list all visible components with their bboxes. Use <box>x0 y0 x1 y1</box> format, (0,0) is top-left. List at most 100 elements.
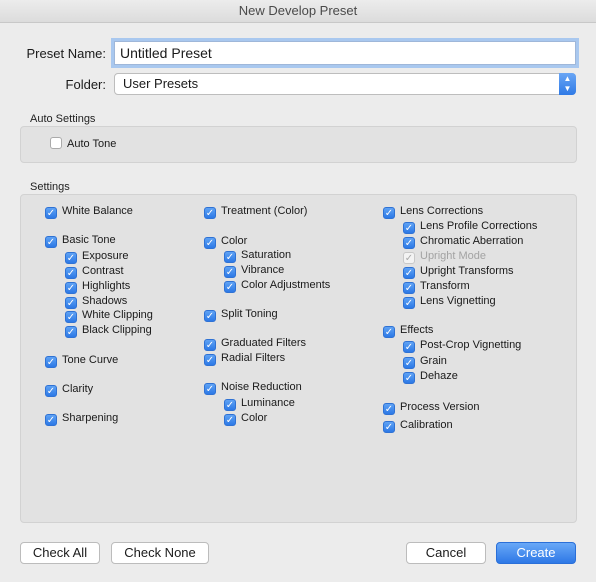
luminance-checkbox[interactable]: ✓ Luminance <box>224 396 295 411</box>
transform-checkbox[interactable]: ✓ Transform <box>403 279 470 294</box>
auto-settings-title: Auto Settings <box>30 113 96 125</box>
checkbox-label: Post-Crop Vignetting <box>420 339 522 351</box>
checkmark-icon: ✓ <box>204 383 216 395</box>
effects-checkbox[interactable]: ✓ Effects <box>383 323 433 338</box>
calibration-checkbox[interactable]: ✓ Calibration <box>383 418 453 433</box>
checkbox-label: Color Adjustments <box>241 279 331 291</box>
radial-filters-checkbox[interactable]: ✓ Radial Filters <box>204 351 285 366</box>
checkbox-label: Calibration <box>400 419 453 431</box>
checkmark-icon: ✓ <box>403 341 415 353</box>
checkmark-icon: ✓ <box>403 252 415 264</box>
checkmark-icon: ✓ <box>383 326 395 338</box>
checkbox-label: Lens Vignetting <box>420 295 496 307</box>
checkmark-icon: ✓ <box>204 207 216 219</box>
checkbox-label: Upright Mode <box>420 250 487 262</box>
checkmark-icon: ✓ <box>65 311 77 323</box>
vibrance-checkbox[interactable]: ✓ Vibrance <box>224 263 284 278</box>
checkbox-label: Radial Filters <box>221 352 286 364</box>
grain-checkbox[interactable]: ✓ Grain <box>403 354 447 369</box>
noise-reduction-checkbox[interactable]: ✓ Noise Reduction <box>204 380 302 395</box>
preset-name-label: Preset Name: <box>26 46 106 61</box>
checkbox-label: Effects <box>400 324 434 336</box>
black-clipping-checkbox[interactable]: ✓ Black Clipping <box>65 323 152 338</box>
checkbox-label: Luminance <box>241 397 295 409</box>
chevron-updown-icon: ▲ ▼ <box>559 73 576 95</box>
graduated-filters-checkbox[interactable]: ✓ Graduated Filters <box>204 336 306 351</box>
checkbox-label: Clarity <box>62 383 94 395</box>
folder-label: Folder: <box>65 77 106 92</box>
exposure-checkbox[interactable]: ✓ Exposure <box>65 249 128 264</box>
check-none-button[interactable]: Check None <box>111 542 209 564</box>
upright-mode-checkbox: ✓ Upright Mode <box>403 249 486 264</box>
create-button[interactable]: Create <box>496 542 576 564</box>
checkmark-icon: ✓ <box>65 282 77 294</box>
checkmark-icon: ✓ <box>45 207 57 219</box>
checkbox-label: Vibrance <box>241 264 285 276</box>
checkmark-icon: ✓ <box>45 236 57 248</box>
lens-profile-checkbox[interactable]: ✓ Lens Profile Corrections <box>403 219 537 234</box>
shadows-checkbox[interactable]: ✓ Shadows <box>65 294 127 309</box>
checkmark-icon: ✓ <box>224 399 236 411</box>
checkmark-icon: ✓ <box>224 281 236 293</box>
upright-transforms-checkbox[interactable]: ✓ Upright Transforms <box>403 264 514 279</box>
checkbox-label: Shadows <box>82 295 128 307</box>
checkbox-label: Contrast <box>82 265 124 277</box>
checkmark-icon: ✓ <box>403 222 415 234</box>
auto-tone-checkbox[interactable]: Auto Tone <box>50 137 116 151</box>
highlights-checkbox[interactable]: ✓ Highlights <box>65 279 130 294</box>
checkbox-label: Chromatic Aberration <box>420 235 524 247</box>
post-crop-vignetting-checkbox[interactable]: ✓ Post-Crop Vignetting <box>403 338 521 353</box>
checkbox-label: Grain <box>420 355 447 367</box>
checkmark-icon: ✓ <box>204 310 216 322</box>
checkmark-icon: ✓ <box>45 356 57 368</box>
checkbox-label: White Clipping <box>82 309 153 321</box>
checkbox-label: Color <box>221 235 248 247</box>
checkbox-label: Treatment (Color) <box>221 205 308 217</box>
cancel-button[interactable]: Cancel <box>406 542 486 564</box>
checkbox-label: White Balance <box>62 205 133 217</box>
checkmark-icon: ✓ <box>224 414 236 426</box>
basic-tone-checkbox[interactable]: ✓ Basic Tone <box>45 233 116 248</box>
split-toning-checkbox[interactable]: ✓ Split Toning <box>204 307 278 322</box>
dehaze-checkbox[interactable]: ✓ Dehaze <box>403 369 458 384</box>
contrast-checkbox[interactable]: ✓ Contrast <box>65 264 124 279</box>
chromatic-aberration-checkbox[interactable]: ✓ Chromatic Aberration <box>403 234 523 249</box>
checkbox-label: Color <box>241 412 268 424</box>
checkbox-label: Process Version <box>400 401 480 413</box>
saturation-checkbox[interactable]: ✓ Saturation <box>224 248 291 263</box>
lens-corrections-checkbox[interactable]: ✓ Lens Corrections <box>383 204 483 219</box>
checkmark-icon: ✓ <box>224 251 236 263</box>
checkmark-icon: ✓ <box>65 326 77 338</box>
checkmark-icon: ✓ <box>204 237 216 249</box>
checkbox-label: Exposure <box>82 250 129 262</box>
folder-select[interactable]: User Presets ▲ ▼ <box>114 73 576 95</box>
color-checkbox[interactable]: ✓ Color <box>204 234 247 249</box>
checkmark-icon: ✓ <box>204 354 216 366</box>
checkmark-icon: ✓ <box>403 267 415 279</box>
folder-select-value: User Presets <box>123 76 199 91</box>
checkmark-icon: ✓ <box>403 297 415 309</box>
checkbox-label: Tone Curve <box>62 354 119 366</box>
checkmark-icon: ✓ <box>65 267 77 279</box>
checkbox-label: Dehaze <box>420 370 458 382</box>
checkbox-label: Upright Transforms <box>420 265 514 277</box>
sharpening-checkbox[interactable]: ✓ Sharpening <box>45 411 118 426</box>
checkbox-label: Split Toning <box>221 308 278 320</box>
white-balance-checkbox[interactable]: ✓ White Balance <box>45 204 133 219</box>
checkbox-label: Lens Profile Corrections <box>420 220 538 232</box>
check-all-button[interactable]: Check All <box>20 542 100 564</box>
white-clipping-checkbox[interactable]: ✓ White Clipping <box>65 308 153 323</box>
clarity-checkbox[interactable]: ✓ Clarity <box>45 382 93 397</box>
checkbox-label: Saturation <box>241 249 292 261</box>
treatment-checkbox[interactable]: ✓ Treatment (Color) <box>204 204 307 219</box>
preset-name-input[interactable]: Untitled Preset <box>111 38 579 68</box>
color-adjustments-checkbox[interactable]: ✓ Color Adjustments <box>224 278 330 293</box>
process-version-checkbox[interactable]: ✓ Process Version <box>383 400 479 415</box>
tone-curve-checkbox[interactable]: ✓ Tone Curve <box>45 353 118 368</box>
nr-color-checkbox[interactable]: ✓ Color <box>224 411 267 426</box>
checkmark-icon: ✓ <box>403 372 415 384</box>
checkmark-icon: ✓ <box>403 357 415 369</box>
checkbox-label: Basic Tone <box>62 234 116 246</box>
lens-vignetting-checkbox[interactable]: ✓ Lens Vignetting <box>403 294 496 309</box>
checkmark-icon: ✓ <box>383 421 395 433</box>
